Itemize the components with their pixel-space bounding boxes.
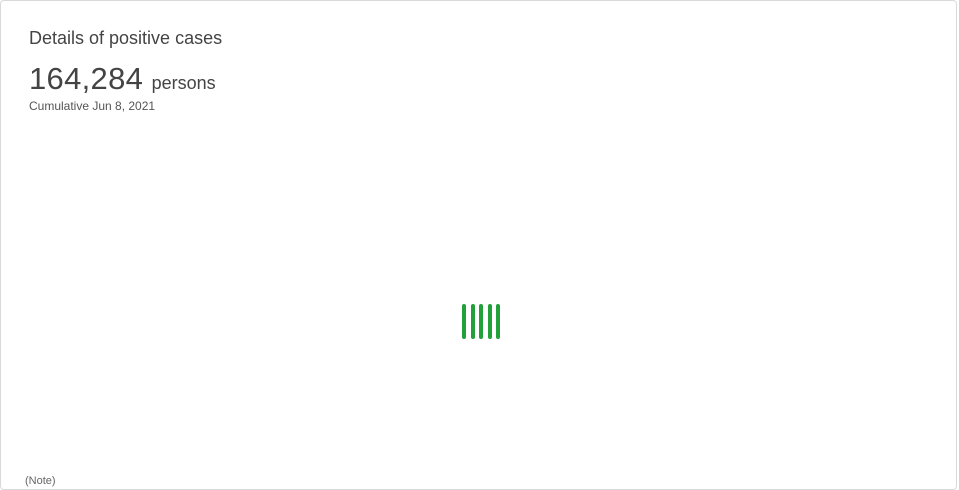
card-title: Details of positive cases xyxy=(29,28,223,48)
total-cases-unit: persons xyxy=(151,73,216,93)
total-cases-headline: 164,284 persons xyxy=(29,61,216,97)
loading-bar xyxy=(479,304,483,339)
note-label: (Note) xyxy=(25,475,56,487)
cumulative-date-label: Cumulative Jun 8, 2021 xyxy=(29,99,156,113)
loading-bar xyxy=(487,304,492,339)
positive-cases-card: Details of positive cases 164,284 person… xyxy=(0,0,957,490)
loading-bars-icon xyxy=(462,304,500,339)
loading-bar xyxy=(470,304,475,339)
loading-bar xyxy=(496,304,500,339)
total-cases-value: 164,284 xyxy=(29,61,144,96)
loading-bar xyxy=(462,304,466,339)
